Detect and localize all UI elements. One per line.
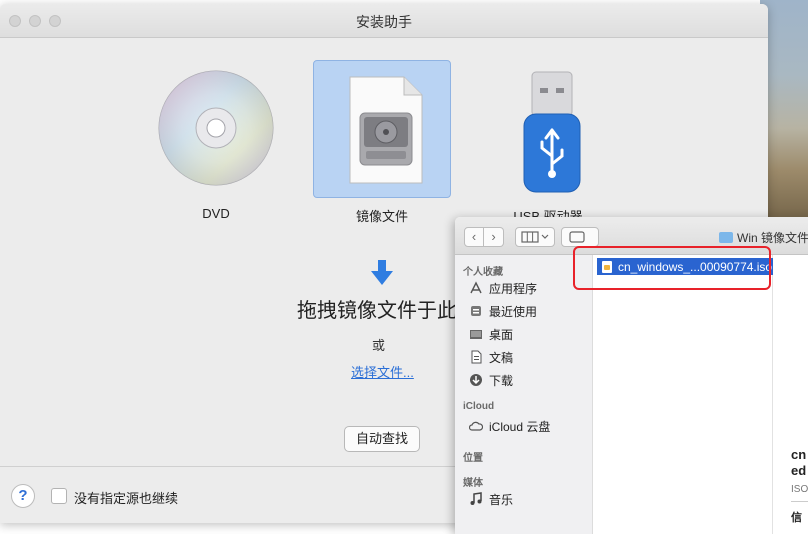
action-icon (569, 231, 585, 243)
sidebar-item-applications[interactable]: 应用程序 (469, 279, 537, 297)
view-mode-button[interactable] (515, 227, 555, 247)
action-button[interactable] (561, 227, 599, 247)
source-disk-image-label: 镜像文件 (355, 209, 408, 224)
dvd-disc-icon (158, 70, 274, 186)
sidebar-item-label: 音乐 (489, 492, 514, 507)
source-dvd-label: DVD (202, 206, 230, 221)
continue-without-source-label[interactable]: 没有指定源也继续 (74, 488, 178, 507)
applications-icon (470, 281, 482, 294)
preview-kind: ISO (791, 484, 808, 495)
continue-without-source-checkbox[interactable] (51, 488, 67, 504)
title-bar[interactable]: 安装助手 (0, 4, 768, 38)
finder-sidebar: 个人收藏 应用程序 最近使用 桌面 文稿 下载 iCloud iCloud 云盘… (455, 255, 593, 534)
current-folder-name: Win 镜像文件 (737, 231, 808, 245)
screen: 安装助手 DVD 镜像文件 拖拽镜像文件于此 或 选择文件... 自动查找 ? … (0, 0, 808, 534)
sidebar-item-label: 桌面 (489, 327, 514, 342)
preview-name-line-2: ed (791, 463, 807, 478)
sidebar-item-label: 文稿 (489, 350, 514, 365)
finder-file-list: cn_windows_...00090774.iso (593, 255, 773, 534)
down-arrow-icon (371, 260, 393, 285)
finder-preview-pane: cn ed ISO 信 (773, 255, 808, 534)
back-button[interactable]: ‹ (464, 227, 484, 247)
preview-info: 信 (791, 512, 802, 524)
source-usb[interactable] (480, 60, 618, 198)
favorites-section-title: 个人收藏 (463, 267, 503, 278)
sidebar-item-music[interactable]: 音乐 (469, 490, 513, 508)
columns-view-icon (521, 231, 549, 243)
choose-file-link[interactable]: 选择文件... (351, 362, 414, 381)
folder-icon (719, 232, 733, 243)
source-disk-image[interactable] (313, 60, 451, 198)
downloads-icon (470, 374, 482, 386)
sidebar-item-label: 下载 (489, 373, 514, 388)
or-text: 或 (372, 338, 386, 353)
desktop-icon (470, 330, 482, 339)
sidebar-item-label: 应用程序 (489, 281, 538, 296)
sidebar-item-label: 最近使用 (489, 304, 538, 319)
finder-path: Win 镜像文件 (719, 229, 808, 246)
disk-image-icon (349, 76, 423, 184)
icloud-section-title: iCloud (463, 401, 495, 412)
drag-instruction: 拖拽镜像文件于此 (297, 300, 457, 322)
preview-divider (791, 501, 808, 502)
sidebar-item-recents[interactable]: 最近使用 (469, 302, 537, 320)
annotation-highlight-box (573, 246, 771, 290)
source-dvd[interactable] (146, 60, 284, 198)
preview-name-line-1: cn (791, 447, 807, 462)
nav-buttons: ‹ › (464, 227, 504, 247)
help-button[interactable]: ? (11, 484, 35, 508)
window-title: 安装助手 (356, 14, 412, 30)
sidebar-item-desktop[interactable]: 桌面 (469, 325, 513, 343)
sidebar-item-documents[interactable]: 文稿 (469, 348, 513, 366)
usb-drive-icon (523, 71, 581, 193)
sidebar-item-label: iCloud 云盘 (489, 419, 551, 434)
documents-icon (471, 350, 482, 364)
media-section-title: 媒体 (463, 478, 483, 489)
forward-button[interactable]: › (484, 227, 504, 247)
cloud-icon (469, 421, 483, 431)
recents-icon (471, 306, 481, 316)
locations-section-title: 位置 (463, 453, 483, 464)
sidebar-item-downloads[interactable]: 下载 (469, 371, 513, 389)
sidebar-item-icloud-drive[interactable]: iCloud 云盘 (469, 417, 550, 435)
music-note-icon (470, 492, 482, 505)
auto-find-button[interactable]: 自动查找 (344, 426, 420, 452)
